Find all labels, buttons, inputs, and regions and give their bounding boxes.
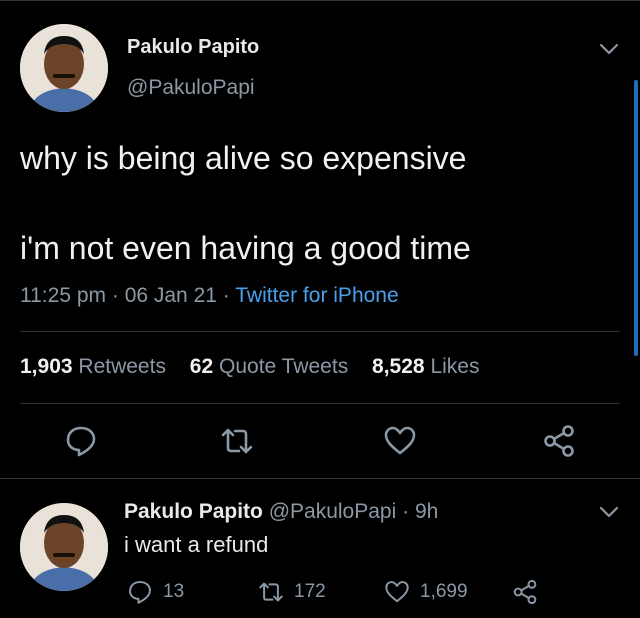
retweets-count: 1,903: [20, 355, 73, 378]
retweet-icon: [259, 582, 283, 602]
retweets-stat[interactable]: 1,903 Retweets: [20, 355, 166, 378]
like-button[interactable]: [383, 424, 417, 458]
quotes-count: 62: [189, 355, 214, 378]
author-handle[interactable]: @PakuloPapi: [127, 76, 255, 100]
meta-separator: ·: [402, 500, 410, 523]
reply-header: Pakulo Papito @PakuloPapi · 9h: [124, 500, 438, 524]
meta-separator: ·: [111, 284, 119, 307]
reply-button[interactable]: [64, 424, 98, 458]
author-name[interactable]: Pakulo Papito: [127, 36, 259, 59]
reply-retweet-count: 172: [294, 581, 326, 602]
avatar[interactable]: [20, 24, 108, 112]
reply-author-handle[interactable]: @PakuloPapi: [269, 500, 397, 523]
reply-author-name[interactable]: Pakulo Papito: [124, 500, 263, 523]
tweet-source[interactable]: Twitter for iPhone: [235, 284, 398, 307]
tweet-date[interactable]: 06 Jan 21: [125, 284, 217, 307]
retweet-icon: [221, 428, 253, 454]
reply-like-button[interactable]: 1,699: [384, 578, 468, 606]
scrollbar[interactable]: [634, 80, 638, 356]
tweet-time[interactable]: 11:25 pm: [20, 284, 106, 307]
meta-separator: ·: [222, 284, 230, 307]
reply-age[interactable]: 9h: [415, 500, 438, 523]
divider: [20, 331, 620, 332]
share-button[interactable]: [542, 424, 576, 458]
reply-icon: [66, 426, 96, 457]
reply-count: 13: [163, 581, 185, 602]
reply-retweet-button[interactable]: 172: [258, 578, 326, 606]
top-divider: [0, 0, 640, 1]
reply-share-button[interactable]: [512, 578, 548, 606]
retweets-label: Retweets: [78, 355, 166, 378]
quotes-stat[interactable]: 62 Quote Tweets: [190, 355, 348, 378]
quotes-label: Quote Tweets: [219, 355, 349, 378]
likes-label: Likes: [430, 355, 480, 378]
reply-like-count: 1,699: [420, 581, 468, 602]
reply-text: i want a refund: [124, 532, 269, 557]
divider: [20, 403, 620, 404]
avatar[interactable]: [20, 503, 108, 591]
retweet-button[interactable]: [220, 424, 254, 458]
reply-icon: [129, 581, 151, 604]
tweet-meta: 11:25 pm · 06 Jan 21 · Twitter for iPhon…: [20, 284, 399, 308]
tweet-stats: 1,903 Retweets 62 Quote Tweets 8,528 Lik…: [20, 355, 479, 379]
reply-reply-button[interactable]: 13: [127, 578, 184, 606]
chevron-down-icon[interactable]: [598, 505, 620, 519]
tweet-text-line-1: why is being alive so expensive: [20, 140, 467, 176]
like-icon: [384, 426, 416, 455]
chevron-down-icon[interactable]: [598, 42, 620, 56]
divider: [0, 478, 640, 479]
share-icon: [513, 579, 537, 605]
like-icon: [385, 581, 409, 603]
likes-stat[interactable]: 8,528 Likes: [372, 355, 479, 378]
likes-count: 8,528: [372, 355, 425, 378]
share-icon: [544, 425, 574, 457]
tweet-text-line-2: i'm not even having a good time: [20, 230, 471, 266]
